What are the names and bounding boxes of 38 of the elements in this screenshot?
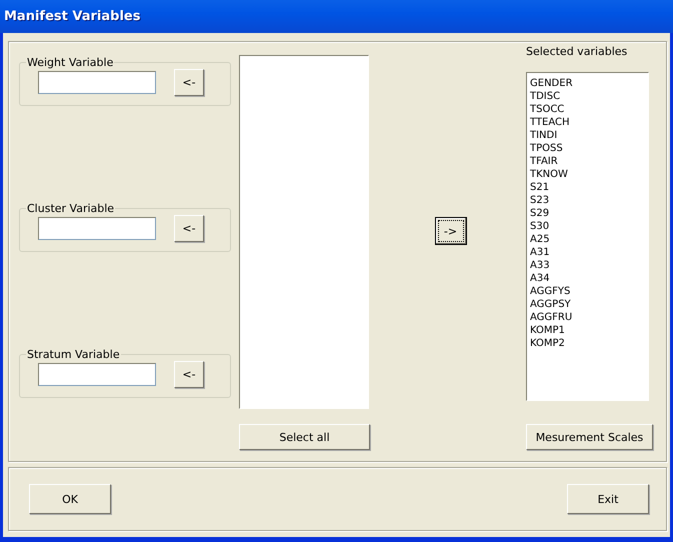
ok-button[interactable]: OK bbox=[29, 484, 111, 514]
group-label: Weight Variable bbox=[26, 56, 114, 69]
list-item[interactable]: S23 bbox=[530, 194, 645, 207]
variable-field[interactable] bbox=[38, 217, 156, 240]
list-item[interactable]: S21 bbox=[530, 181, 645, 194]
scales-button[interactable]: Mesurement Scales bbox=[526, 424, 653, 450]
list-item[interactable]: KOMP2 bbox=[530, 337, 645, 350]
list-item[interactable]: S29 bbox=[530, 207, 645, 220]
window-title: Manifest Variables bbox=[4, 9, 140, 24]
list-item[interactable]: GENDER bbox=[530, 77, 645, 90]
variable-field[interactable] bbox=[38, 71, 156, 94]
exit-button[interactable]: Exit bbox=[567, 484, 649, 514]
list-item[interactable]: TKNOW bbox=[530, 168, 645, 181]
group-label: Cluster Variable bbox=[26, 202, 116, 215]
list-item[interactable]: TFAIR bbox=[530, 155, 645, 168]
list-item[interactable]: TDISC bbox=[530, 90, 645, 103]
list-item[interactable]: TTEACH bbox=[530, 116, 645, 129]
list-item[interactable]: AGGFRU bbox=[530, 311, 645, 324]
selected-list[interactable]: GENDER TDISC TSOCC TTEACH TINDI TPOSS TFAIR TKNOW S21 S23 S29 S30 A25 A31 A33 A34 AGGFYS AGGPSY AGGFRU KOMP1 KOMP2 bbox=[526, 72, 649, 401]
list-item[interactable]: A34 bbox=[530, 272, 645, 285]
list-item[interactable]: KOMP1 bbox=[530, 324, 645, 337]
list-item[interactable]: TINDI bbox=[530, 129, 645, 142]
list-item[interactable]: A25 bbox=[530, 233, 645, 246]
move-right-button[interactable]: -> bbox=[434, 217, 466, 245]
list-item[interactable]: AGGPSY bbox=[530, 298, 645, 311]
move-left-button[interactable]: <- bbox=[174, 69, 204, 96]
variable-field[interactable] bbox=[38, 363, 156, 386]
list-item[interactable]: AGGFYS bbox=[530, 285, 645, 298]
list-label: Selected variables bbox=[526, 45, 628, 58]
list-item[interactable]: S30 bbox=[530, 220, 645, 233]
move-left-button[interactable]: <- bbox=[174, 215, 204, 242]
list-item[interactable]: TSOCC bbox=[530, 103, 645, 116]
list-item[interactable]: A31 bbox=[530, 246, 645, 259]
move-left-button[interactable]: <- bbox=[174, 361, 204, 388]
group-label: Stratum Variable bbox=[26, 348, 121, 361]
select-all-button[interactable]: Select all bbox=[239, 424, 370, 450]
list-item[interactable]: A33 bbox=[530, 259, 645, 272]
list-item[interactable]: TPOSS bbox=[530, 142, 645, 155]
